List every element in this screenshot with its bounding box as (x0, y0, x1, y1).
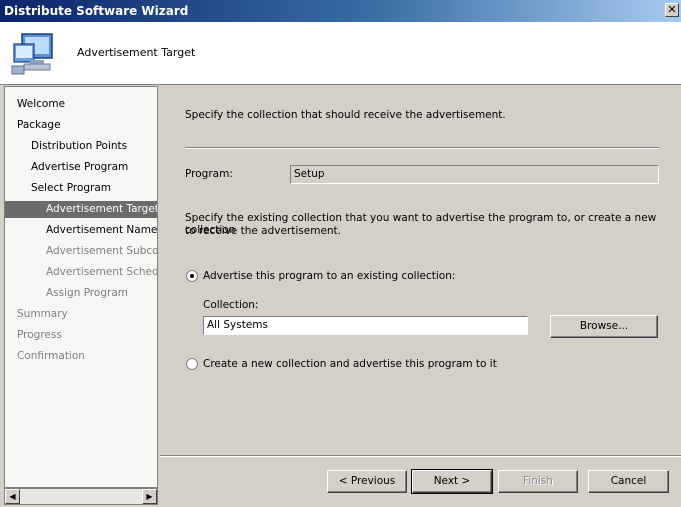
step-advertisement-target[interactable]: Advertisement Target (5, 201, 157, 218)
step-advertise-program[interactable]: Advertise Program (5, 159, 157, 176)
new-collection-radio[interactable] (186, 358, 198, 370)
collection-input[interactable]: All Systems (203, 316, 528, 335)
previous-button[interactable]: < Previous (327, 470, 407, 493)
wizard-content: Specify the collection that should recei… (160, 86, 681, 507)
instruction-text: Specify the collection that should recei… (185, 109, 506, 121)
browse-button[interactable]: Browse... (550, 315, 658, 338)
close-icon: ✕ (667, 3, 677, 16)
next-button[interactable]: Next > (411, 469, 493, 494)
finish-button: Finish (498, 470, 578, 493)
step-progress: Progress (17, 329, 62, 341)
step-assign-program: Assign Program (46, 287, 129, 299)
new-collection-option-label[interactable]: Create a new collection and advertise th… (203, 358, 497, 370)
wizard-header: Advertisement Target (0, 22, 681, 85)
collection-label: Collection: (203, 299, 259, 311)
footer-separator (160, 455, 681, 457)
existing-collection-radio[interactable] (186, 270, 198, 282)
scroll-right-button[interactable]: ▶ (142, 489, 157, 504)
step-confirmation: Confirmation (17, 350, 85, 362)
wizard-steps-panel: Welcome Package Distribution Points Adve… (4, 86, 158, 488)
step-advertisement-subcollection: Advertisement Subcollec (46, 245, 158, 257)
step-advertisement-schedule: Advertisement Schedule (46, 266, 158, 278)
computer-monitor-icon (11, 33, 53, 75)
step-advertisement-name[interactable]: Advertisement Name (5, 222, 157, 239)
program-field: Setup (290, 165, 659, 184)
sidebar-horizontal-scrollbar[interactable]: ◀ ▶ (4, 488, 158, 505)
arrow-left-icon: ◀ (9, 492, 16, 501)
arrow-right-icon: ▶ (146, 492, 153, 501)
existing-collection-option-label[interactable]: Advertise this program to an existing co… (203, 270, 455, 282)
scroll-left-button[interactable]: ◀ (5, 489, 20, 504)
step-package[interactable]: Package (5, 117, 157, 134)
window-title: Distribute Software Wizard (4, 4, 189, 18)
step-welcome[interactable]: Welcome (5, 96, 157, 113)
separator (185, 147, 659, 149)
close-button[interactable]: ✕ (665, 3, 679, 17)
window-title-bar: Distribute Software Wizard ✕ (0, 0, 681, 22)
step-summary: Summary (17, 308, 68, 320)
page-title: Advertisement Target (77, 46, 196, 59)
radio-selected-dot (190, 274, 194, 278)
step-distribution-points[interactable]: Distribution Points (5, 138, 157, 155)
description-line-2: to receive the advertisement. (185, 225, 342, 237)
step-select-program[interactable]: Select Program (5, 180, 157, 197)
program-label: Program: (185, 168, 233, 180)
cancel-button[interactable]: Cancel (588, 470, 669, 493)
